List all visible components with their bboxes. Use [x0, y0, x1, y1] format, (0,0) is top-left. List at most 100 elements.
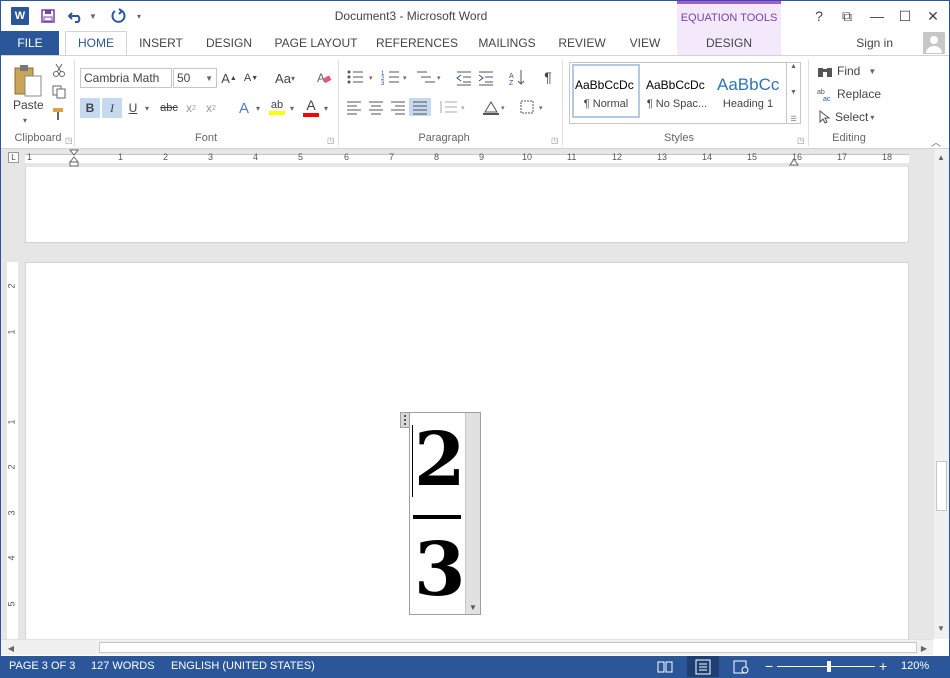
tab-file[interactable]: FILE [1, 31, 59, 55]
horizontal-scrollbar[interactable]: ◀ ▶ [1, 639, 933, 655]
tab-mailings[interactable]: MAILINGS [471, 31, 543, 55]
text-effects-dropdown-icon[interactable]: ▾ [256, 104, 260, 113]
print-layout-icon[interactable] [687, 656, 719, 677]
select-button[interactable]: Select ▾ [817, 108, 874, 126]
font-size-combo[interactable]: 50 ▼ [173, 68, 217, 88]
ruler-tick: 1 [118, 152, 124, 162]
zoom-out-button[interactable]: − [765, 658, 773, 674]
style-name-no-spacing: ¶ No Spac... [646, 98, 708, 110]
more-styles-icon[interactable]: ☰ [790, 115, 796, 123]
ribbon-display-options-button[interactable]: ⧉ [835, 5, 859, 27]
avatar[interactable] [923, 32, 945, 54]
horizontal-scroll-thumb[interactable] [99, 642, 917, 653]
equation-move-handle[interactable] [400, 412, 410, 428]
language-indicator[interactable]: ENGLISH (UNITED STATES) [171, 660, 315, 672]
help-button[interactable]: ? [807, 5, 831, 27]
binoculars-icon [818, 68, 832, 77]
highlight-icon: ab [270, 99, 284, 111]
ruler-tick: 9 [479, 152, 485, 162]
tab-selector[interactable]: L [8, 152, 19, 163]
vertical-scrollbar[interactable]: ▲ ▼ [933, 149, 949, 639]
tab-home[interactable]: HOME [65, 31, 127, 55]
minimize-button[interactable]: — [865, 5, 889, 27]
zoom-slider[interactable] [777, 666, 875, 667]
underline-dropdown-icon[interactable]: ▾ [145, 104, 149, 113]
style-no-spacing[interactable]: AaBbCcDc ¶ No Spac... [643, 64, 711, 118]
chevron-up-icon[interactable]: ▲ [790, 63, 797, 70]
tab-references[interactable]: REFERENCES [371, 31, 463, 55]
zoom-level[interactable]: 120% [901, 660, 929, 672]
previous-page[interactable] [25, 167, 909, 243]
italic-button[interactable]: I [102, 98, 122, 118]
style-normal[interactable]: AaBbCcDc ¶ Normal [572, 64, 640, 118]
grow-font-button[interactable]: A ▲ [221, 70, 237, 86]
text-effects-button[interactable]: A [233, 98, 255, 118]
tab-insert[interactable]: INSERT [131, 31, 191, 55]
show-formatting-button[interactable]: ¶ [541, 68, 555, 86]
chevron-down-icon: ▼ [868, 66, 877, 76]
sign-in-link[interactable]: Sign in [856, 36, 893, 50]
fraction-denominator[interactable]: 3 [414, 525, 466, 615]
shrink-font-button[interactable]: A ▼ [243, 70, 259, 86]
cut-icon[interactable] [51, 62, 67, 78]
style-heading-1[interactable]: AaBbCc Heading 1 [714, 64, 782, 118]
bold-button[interactable]: B [80, 98, 100, 118]
font-color-button[interactable]: A [301, 96, 321, 118]
ruler-track[interactable] [25, 154, 909, 163]
strikethrough-button[interactable]: abc [157, 98, 181, 118]
page-indicator[interactable]: PAGE 3 OF 3 [9, 660, 75, 672]
ruler-tick: 14 [702, 152, 713, 162]
paragraph-launcher-icon[interactable]: ◳ [551, 136, 559, 145]
vertical-scroll-thumb[interactable] [936, 461, 947, 511]
tab-review[interactable]: REVIEW [551, 31, 613, 55]
underline-button[interactable]: U [125, 98, 141, 118]
find-button[interactable]: Find ▼ [817, 62, 876, 80]
scroll-down-icon[interactable]: ▼ [934, 621, 948, 635]
highlight-button[interactable]: ab [267, 96, 287, 118]
tab-view[interactable]: VIEW [619, 31, 671, 55]
paste-button[interactable]: Paste [13, 98, 44, 112]
fraction-numerator[interactable]: 2 [414, 415, 466, 505]
scroll-left-icon[interactable]: ◀ [4, 641, 18, 655]
equation-container[interactable]: 2 3 ▼ [400, 412, 481, 615]
zoom-in-button[interactable]: + [879, 658, 887, 674]
tab-design[interactable]: DESIGN [197, 31, 261, 55]
font-name-combo[interactable]: Cambria Math [80, 68, 172, 88]
equation-options-button[interactable]: ▼ [465, 413, 480, 614]
change-case-button[interactable]: Aa ▾ [271, 70, 299, 86]
vertical-ruler-track[interactable] [7, 262, 18, 639]
ruler-tick: 5 [298, 152, 304, 162]
vruler-tick: 3 [6, 510, 17, 516]
paste-dropdown-icon[interactable]: ▾ [23, 116, 27, 125]
current-page[interactable]: 2 3 ▼ [25, 262, 909, 639]
document-canvas[interactable]: 2 3 ▼ [21, 167, 933, 639]
tab-page-layout[interactable]: PAGE LAYOUT [269, 31, 363, 55]
scroll-right-icon[interactable]: ▶ [917, 641, 931, 655]
highlight-dropdown-icon[interactable]: ▾ [290, 104, 294, 113]
styles-launcher-icon[interactable]: ◳ [797, 136, 805, 145]
maximize-button[interactable]: ☐ [893, 5, 917, 27]
zoom-slider-thumb[interactable] [827, 661, 831, 672]
font-launcher-icon[interactable]: ◳ [327, 136, 335, 145]
superscript-button[interactable]: x2 [203, 98, 219, 118]
paste-icon[interactable] [9, 62, 45, 102]
clear-formatting-icon[interactable]: A [315, 69, 333, 87]
clipboard-launcher-icon[interactable]: ◳ [65, 136, 73, 145]
font-color-dropdown-icon[interactable]: ▾ [324, 104, 328, 113]
collapse-ribbon-icon[interactable]: ︿ [931, 134, 941, 149]
web-layout-icon[interactable] [733, 659, 749, 675]
scroll-up-icon[interactable]: ▲ [934, 150, 948, 164]
styles-scroll[interactable]: ▲ ▼ ☰ [786, 63, 800, 123]
replace-button[interactable]: ab ac Replace [817, 85, 881, 103]
close-button[interactable]: ✕ [921, 5, 945, 27]
format-painter-icon[interactable] [51, 106, 67, 122]
word-count[interactable]: 127 WORDS [91, 660, 155, 672]
indent-markers[interactable] [68, 149, 80, 167]
read-mode-icon[interactable] [657, 659, 673, 675]
subscript-button[interactable]: x2 [183, 98, 199, 118]
status-bar: PAGE 3 OF 3 127 WORDS ENGLISH (UNITED ST… [1, 656, 949, 677]
chevron-down-icon[interactable]: ▼ [790, 89, 797, 96]
font-color-icon: A [306, 97, 316, 113]
copy-icon[interactable] [51, 84, 67, 100]
tab-equation-design[interactable]: DESIGN [677, 31, 781, 55]
